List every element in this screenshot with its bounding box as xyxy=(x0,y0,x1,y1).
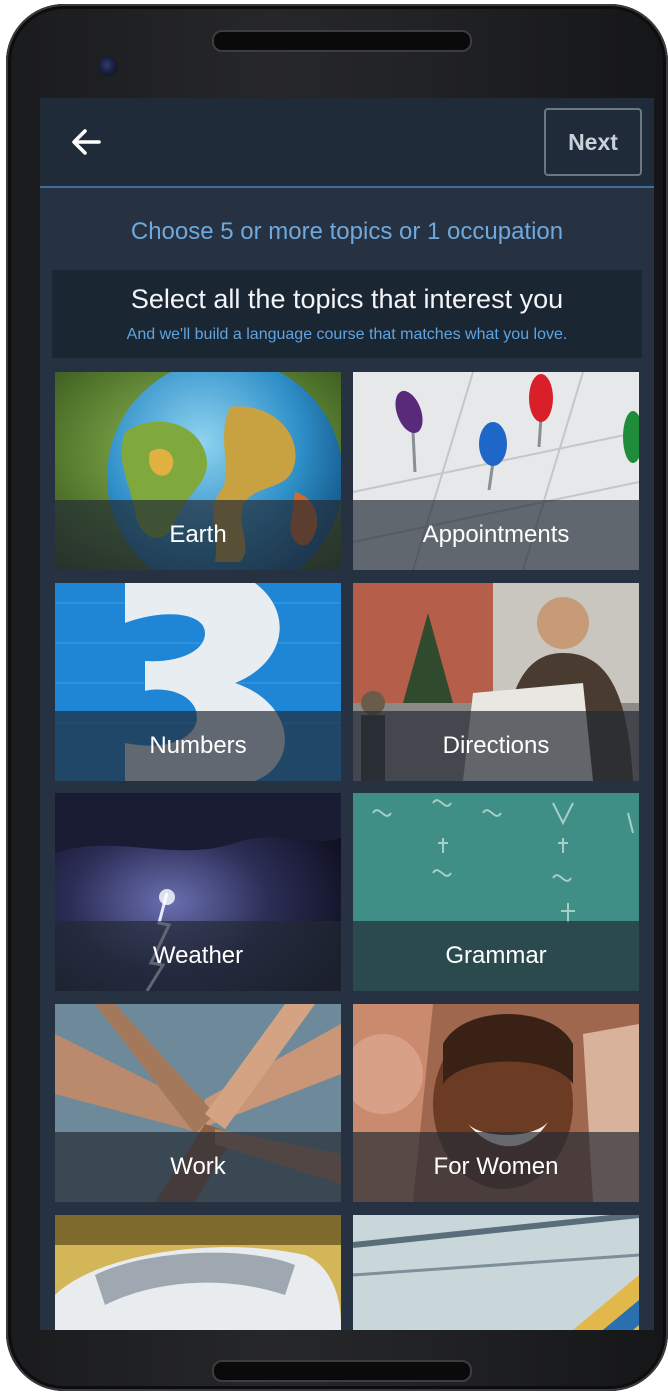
topic-label: Appointments xyxy=(353,500,639,570)
banner-title: Select all the topics that interest you xyxy=(130,284,564,314)
topic-label: Numbers xyxy=(55,711,341,781)
train-image xyxy=(353,1215,639,1330)
arrow-left-icon xyxy=(72,129,101,155)
phone-frame: Next Choose 5 or more topics or 1 occupa… xyxy=(6,4,668,1391)
topic-tile-directions[interactable]: Directions xyxy=(353,583,639,781)
next-button[interactable]: Next xyxy=(544,108,642,176)
intro-banner: Select all the topics that interest you … xyxy=(52,270,642,358)
topic-label: Grammar xyxy=(353,921,639,991)
car-image xyxy=(55,1215,341,1330)
topic-tile-appointments[interactable]: Appointments xyxy=(353,372,639,570)
topic-tile-for-women[interactable]: For Women xyxy=(353,1004,639,1202)
back-button[interactable] xyxy=(66,122,106,162)
topic-tile-work[interactable]: Work xyxy=(55,1004,341,1202)
banner-subtitle: And we'll build a language course that m… xyxy=(126,326,568,343)
topic-label: For Women xyxy=(353,1132,639,1202)
bottom-speaker xyxy=(212,1360,472,1382)
topic-tile-train[interactable] xyxy=(353,1215,639,1330)
top-app-bar: Next xyxy=(40,98,654,188)
topic-label: Directions xyxy=(353,711,639,781)
topic-tile-car[interactable] xyxy=(55,1215,341,1330)
topic-requirement-text: Choose 5 or more topics or 1 occupation xyxy=(130,218,564,245)
topic-tile-numbers[interactable]: Numbers xyxy=(55,583,341,781)
topic-tile-earth[interactable]: Earth xyxy=(55,372,341,570)
topic-tile-grammar[interactable]: Grammar xyxy=(353,793,639,991)
app-screen: Next Choose 5 or more topics or 1 occupa… xyxy=(40,98,654,1330)
topic-tile-weather[interactable]: Weather xyxy=(55,793,341,991)
front-camera xyxy=(98,56,118,76)
earpiece-speaker xyxy=(212,30,472,52)
topic-label: Weather xyxy=(55,921,341,991)
topic-label: Earth xyxy=(55,500,341,570)
topic-label: Work xyxy=(55,1132,341,1202)
